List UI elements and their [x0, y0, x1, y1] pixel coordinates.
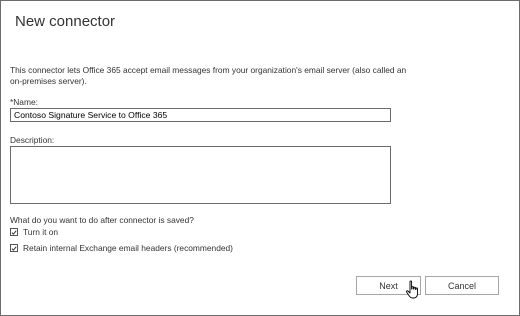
retain-headers-option[interactable]: Retain internal Exchange email headers (… [10, 243, 233, 253]
intro-line-1: This connector lets Office 365 accept em… [10, 65, 407, 75]
name-label: *Name: [10, 97, 38, 107]
after-save-question: What do you want to do after connector i… [10, 215, 194, 225]
new-connector-dialog: New connector This connector lets Office… [0, 0, 520, 316]
turn-it-on-option[interactable]: Turn it on [10, 227, 58, 237]
turn-it-on-label: Turn it on [23, 227, 59, 237]
intro-text: This connector lets Office 365 accept em… [10, 65, 430, 87]
retain-headers-label: Retain internal Exchange email headers (… [23, 243, 233, 253]
intro-line-2: on-premises server). [10, 76, 87, 86]
dialog-title: New connector [15, 13, 116, 30]
retain-headers-checkbox[interactable] [10, 244, 18, 252]
turn-it-on-checkbox[interactable] [10, 228, 18, 236]
name-input[interactable] [10, 108, 391, 122]
checkmark-icon [11, 245, 17, 251]
description-textarea[interactable] [10, 146, 391, 204]
next-button[interactable]: Next [356, 276, 421, 295]
description-label: Description: [10, 135, 55, 145]
checkmark-icon [11, 229, 17, 235]
cancel-button[interactable]: Cancel [425, 276, 499, 295]
